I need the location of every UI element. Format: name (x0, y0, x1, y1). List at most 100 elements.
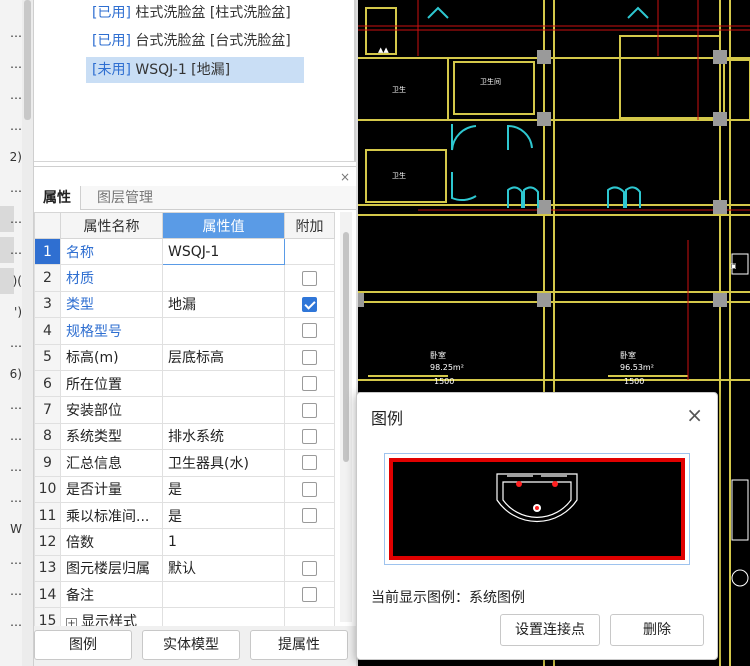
property-value[interactable]: 是 (162, 501, 285, 530)
property-row[interactable]: 11 乘以标准间... 是 (34, 501, 335, 530)
property-row[interactable]: 14 备注 (34, 581, 335, 609)
legend-button[interactable]: 图例 (34, 630, 132, 660)
extra-checkbox[interactable] (302, 323, 317, 339)
tree-item-label: WSQJ-1 [地漏] (135, 62, 231, 78)
delete-button[interactable]: 删除 (610, 614, 704, 646)
extra-checkbox[interactable] (302, 376, 317, 392)
washbasin-symbol-icon (496, 473, 578, 522)
property-row[interactable]: 2 材质 (34, 264, 335, 292)
property-value[interactable]: 1 (162, 528, 285, 556)
property-row[interactable]: 1 名称 WSQJ-1 (34, 237, 335, 266)
extra-checkbox[interactable] (302, 349, 317, 365)
property-extra (284, 396, 335, 424)
property-extra (284, 422, 335, 451)
property-name: 系统类型 (60, 422, 163, 451)
property-value[interactable]: 默认 (162, 554, 285, 583)
extra-checkbox[interactable] (302, 455, 317, 471)
property-value[interactable]: 排水系统 (162, 422, 285, 451)
property-name: 备注 (60, 581, 163, 609)
room-label-code: 1500 (434, 377, 454, 386)
tree-item-selected[interactable]: [未用] WSQJ-1 [地漏] (86, 57, 304, 83)
property-name: 规格型号 (60, 317, 163, 345)
row-number: 6 (34, 369, 61, 398)
row-number: 4 (34, 317, 61, 345)
room-label-name: 卧室 (430, 350, 446, 360)
component-properties-panel: [已用] 柱式洗脸盆 [柱式洗脸盆] [已用] 台式洗脸盆 [台式洗脸盆] [未… (34, 0, 356, 666)
left-strip-fragment: … (10, 398, 22, 412)
left-strip-fragment: … (10, 119, 22, 133)
extra-checkbox[interactable] (302, 560, 317, 576)
left-strip-fragment: 6) (9, 367, 22, 381)
property-name: 是否计量 (60, 475, 163, 503)
property-row[interactable]: 5 标高(m) 层底标高 (34, 343, 335, 371)
property-value[interactable] (162, 369, 285, 398)
tab-layer-management[interactable]: 图层管理 (88, 186, 162, 210)
property-name: 所在位置 (60, 369, 163, 398)
property-name: 安装部位 (60, 396, 163, 424)
extra-checkbox[interactable] (302, 402, 317, 418)
properties-scrollbar-thumb[interactable] (343, 232, 349, 462)
left-strip-fragment: … (10, 57, 22, 71)
tree-item-status: [已用] (92, 33, 131, 49)
extra-checkbox[interactable] (302, 481, 317, 497)
property-row[interactable]: 13 图元楼层归属 默认 (34, 554, 335, 583)
property-row[interactable]: 10 是否计量是 (34, 475, 335, 503)
property-extra (284, 528, 335, 556)
row-number: 13 (34, 554, 61, 583)
property-extra (284, 581, 335, 609)
property-row[interactable]: 3 类型 地漏 (34, 290, 335, 319)
row-number: 3 (34, 290, 61, 319)
left-strip-fragment: … (10, 584, 22, 598)
left-strip-fragment: … (10, 88, 22, 102)
tab-properties[interactable]: 属性 (34, 186, 81, 210)
property-value[interactable] (162, 317, 285, 345)
property-value[interactable] (162, 581, 285, 609)
extra-checkbox[interactable] (302, 270, 317, 286)
col-header-value: 属性值 (162, 212, 285, 239)
property-row[interactable]: 8 系统类型 排水系统 (34, 422, 335, 451)
property-value-input[interactable]: WSQJ-1 (162, 237, 285, 266)
property-row[interactable]: 7 安装部位 (34, 396, 335, 424)
extra-checkbox[interactable] (302, 428, 317, 444)
extract-properties-button[interactable]: 提属性 (250, 630, 348, 660)
property-value[interactable] (162, 264, 285, 292)
tree-item[interactable]: [已用] 台式洗脸盆 [台式洗脸盆] (86, 28, 297, 54)
col-header-extra: 附加 (284, 212, 335, 239)
property-extra (284, 237, 335, 266)
room-label-name: 卧室 (620, 350, 636, 360)
row-number: 14 (34, 581, 61, 609)
property-row[interactable]: 12 倍数 1 (34, 528, 335, 556)
extra-checkbox[interactable] (302, 508, 317, 524)
left-scrollbar-thumb[interactable] (24, 0, 31, 120)
extra-checkbox[interactable] (302, 296, 317, 312)
property-value[interactable] (162, 396, 285, 424)
set-connection-point-button[interactable]: 设置连接点 (500, 614, 600, 646)
solid-model-button[interactable]: 实体模型 (142, 630, 240, 660)
property-value[interactable]: 地漏 (162, 290, 285, 319)
extra-checkbox[interactable] (302, 587, 317, 603)
property-extra (284, 501, 335, 530)
property-row[interactable]: 9 汇总信息 卫生器具(水) (34, 449, 335, 477)
property-extra (284, 369, 335, 398)
property-value[interactable]: 是 (162, 475, 285, 503)
col-header-name: 属性名称 (60, 212, 163, 239)
legend-preview (384, 453, 690, 565)
tree-item[interactable]: [已用] 柱式洗脸盆 [柱式洗脸盆] (86, 0, 297, 26)
property-extra (284, 290, 335, 319)
tree-item-label: 台式洗脸盆 [台式洗脸盆] (135, 33, 291, 49)
properties-scrollbar[interactable] (340, 212, 352, 622)
close-icon[interactable]: × (686, 403, 703, 427)
property-row[interactable]: 6 所在位置 (34, 369, 335, 398)
svg-text:▲▲: ▲▲ (378, 46, 389, 54)
room-label-code: 1500 (624, 377, 644, 386)
property-value[interactable]: 层底标高 (162, 343, 285, 371)
left-scrollbar[interactable] (22, 0, 33, 666)
left-strip-fragment: )( (12, 274, 22, 288)
property-row[interactable]: 4 规格型号 (34, 317, 335, 345)
property-value[interactable]: 卫生器具(水) (162, 449, 285, 477)
bottom-button-bar: 图例 实体模型 提属性 (34, 626, 356, 666)
left-partial-panel: ………… 2)………)(')… 6)………… W……… (0, 0, 34, 666)
close-icon[interactable]: × (340, 170, 350, 184)
svg-text:卫生: 卫生 (392, 171, 406, 180)
row-number: 5 (34, 343, 61, 371)
